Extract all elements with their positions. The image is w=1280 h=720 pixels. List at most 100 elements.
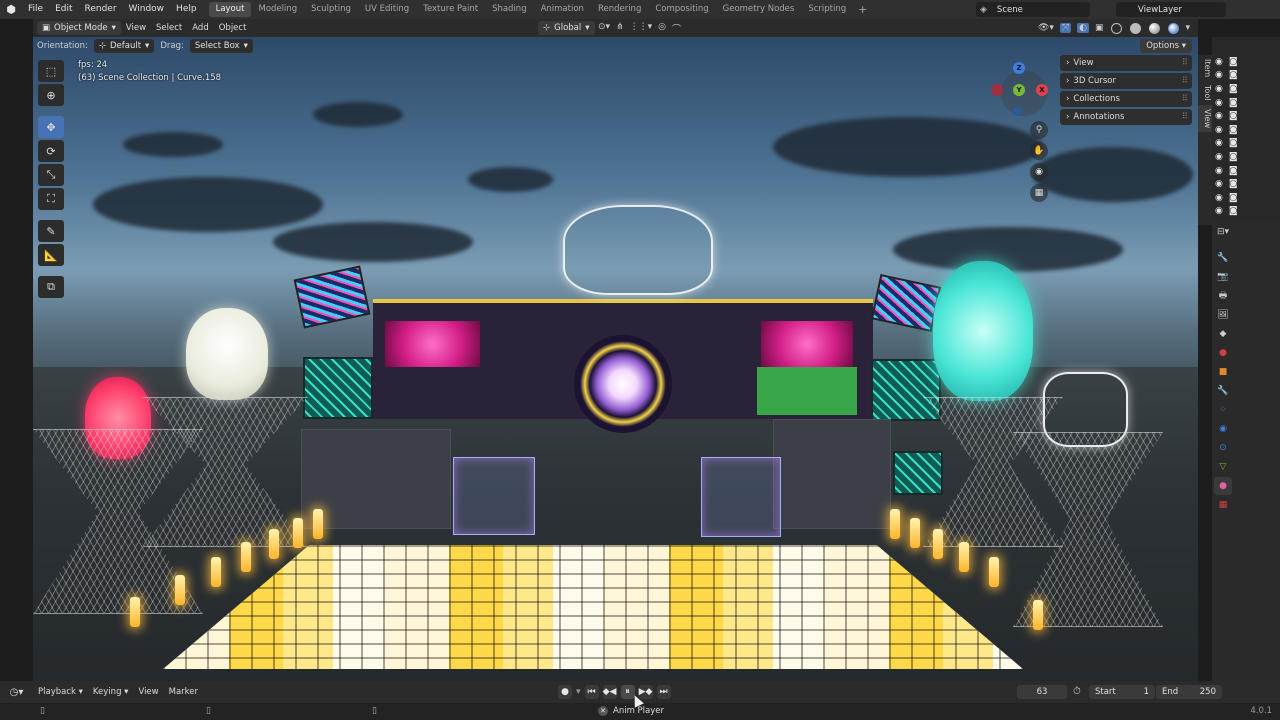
select-box-tool-icon[interactable]: ⬚ <box>38 60 64 82</box>
eye-icon[interactable]: ◉ <box>1215 138 1223 148</box>
gizmo-toggle-icon[interactable]: ⤧ <box>1059 23 1072 33</box>
playback-menu[interactable]: Playback ▾ <box>33 687 88 697</box>
world-properties-icon[interactable]: ● <box>1214 344 1232 362</box>
scene-properties-icon[interactable]: ◆ <box>1214 325 1232 343</box>
outliner-row[interactable]: ◉ ◙ <box>1212 137 1280 151</box>
tab-compositing[interactable]: Compositing <box>648 2 715 17</box>
material-shading-icon[interactable] <box>1148 22 1160 34</box>
particles-properties-icon[interactable]: ⁘ <box>1214 401 1232 419</box>
outliner-row[interactable]: ◉ ◙ <box>1212 191 1280 205</box>
camera-view-icon[interactable]: ◉ <box>1030 163 1048 181</box>
camera-icon[interactable]: ◙ <box>1229 152 1238 162</box>
eye-icon[interactable]: ◉ <box>1215 193 1223 203</box>
camera-icon[interactable]: ◙ <box>1229 98 1238 108</box>
grip-icon[interactable]: ⠿ <box>1182 94 1188 104</box>
snapping-controls[interactable]: ⊙▾ ⋔ ⋮⋮▾ ◎ ⌒ <box>598 22 681 35</box>
header-menu-add[interactable]: Add <box>187 23 213 33</box>
grip-icon[interactable]: ⠿ <box>1182 58 1188 68</box>
rotate-tool-icon[interactable]: ⟳ <box>38 140 64 162</box>
gizmo-neg-x-axis[interactable] <box>991 84 1003 96</box>
eye-icon[interactable]: ◉ <box>1215 206 1223 216</box>
gizmo-y-axis[interactable]: Y <box>1013 84 1025 96</box>
grip-icon[interactable]: ⠿ <box>1182 112 1188 122</box>
jump-start-icon[interactable]: ⏮ <box>584 685 599 699</box>
move-tool-icon[interactable]: ✥ <box>38 116 64 138</box>
outliner-row[interactable]: ◉ ◙ <box>1212 123 1280 137</box>
perspective-grid-icon[interactable]: ▦ <box>1030 184 1048 202</box>
output-properties-icon[interactable]: 🖶 <box>1214 287 1232 305</box>
timeline-editor-type-icon[interactable]: ◷▾ <box>0 681 33 703</box>
panel-view[interactable]: › View ⠿ <box>1060 55 1192 71</box>
falloff-icon[interactable]: ⌒ <box>672 22 681 35</box>
camera-icon[interactable]: ◙ <box>1229 206 1238 216</box>
panel-3d-cursor[interactable]: › 3D Cursor ⠿ <box>1060 73 1192 89</box>
solid-shading-icon[interactable] <box>1129 22 1141 34</box>
marker-menu[interactable]: Marker <box>164 687 203 697</box>
tab-layout[interactable]: Layout <box>208 2 252 17</box>
xray-toggle-icon[interactable]: ▣ <box>1095 23 1104 33</box>
proportional-edit-icon[interactable]: ◎ <box>658 22 666 35</box>
modifier-properties-icon[interactable]: 🔧 <box>1214 382 1232 400</box>
camera-icon[interactable]: ◙ <box>1229 125 1238 135</box>
eye-icon[interactable]: ◉ <box>1215 57 1223 67</box>
snap-target-icon[interactable]: ⋮⋮▾ <box>630 22 653 35</box>
gizmo-neg-z-axis[interactable] <box>1013 107 1022 116</box>
add-workspace-button[interactable]: + <box>853 3 872 16</box>
camera-icon[interactable]: ◙ <box>1229 57 1238 67</box>
menu-file[interactable]: File <box>22 0 49 19</box>
data-properties-icon[interactable]: ▽ <box>1214 458 1232 476</box>
render-properties-icon[interactable]: 📷 <box>1214 268 1232 286</box>
tab-animation[interactable]: Animation <box>534 2 591 17</box>
gizmo-z-axis[interactable]: Z <box>1013 62 1025 74</box>
overlay-toggle-icon[interactable]: ◐ <box>1077 23 1090 33</box>
3d-viewport[interactable]: fps: 24 (63) Scene Collection | Curve.15… <box>33 37 1198 681</box>
camera-icon[interactable]: ◙ <box>1229 138 1238 148</box>
panel-collections[interactable]: › Collections ⠿ <box>1060 91 1192 107</box>
view-layer-selector[interactable]: ViewLayer <box>1116 2 1226 17</box>
tab-tool[interactable]: Tool <box>1198 81 1212 105</box>
tab-uv-editing[interactable]: UV Editing <box>358 2 416 17</box>
header-menu-select[interactable]: Select <box>151 23 187 33</box>
drag-dropdown[interactable]: Select Box ▾ <box>189 38 253 53</box>
camera-icon[interactable]: ◙ <box>1229 84 1238 94</box>
camera-icon[interactable]: ◙ <box>1229 166 1238 176</box>
view-layer-properties-icon[interactable]: 🖼 <box>1214 306 1232 324</box>
measure-tool-icon[interactable]: 📐 <box>38 244 64 266</box>
outliner-row[interactable]: ◉ ◙ <box>1212 109 1280 123</box>
eye-icon[interactable]: ◉ <box>1215 166 1223 176</box>
add-cube-tool-icon[interactable]: ⧉ <box>38 276 64 298</box>
camera-icon[interactable]: ◙ <box>1229 193 1238 203</box>
options-button[interactable]: Options ▾ <box>1140 39 1192 53</box>
rendered-shading-icon[interactable] <box>1167 22 1179 34</box>
wireframe-shading-icon[interactable] <box>1110 22 1122 34</box>
eye-icon[interactable]: ◉ <box>1215 152 1223 162</box>
grip-icon[interactable]: ⠿ <box>1182 76 1188 86</box>
outliner-row[interactable]: ◉ ◙ <box>1212 205 1280 219</box>
panel-annotations[interactable]: › Annotations ⠿ <box>1060 109 1192 125</box>
timeline-view-menu[interactable]: View <box>133 687 163 697</box>
eye-icon[interactable]: ◉ <box>1215 179 1223 189</box>
object-properties-icon[interactable]: ■ <box>1214 363 1232 381</box>
tool-properties-icon[interactable]: 🔧 <box>1214 249 1232 267</box>
scene-selector[interactable]: ◈ Scene <box>976 2 1090 17</box>
camera-icon[interactable]: ◙ <box>1229 70 1238 80</box>
physics-properties-icon[interactable]: ◉ <box>1214 420 1232 438</box>
header-menu-view[interactable]: View <box>121 23 151 33</box>
constraints-properties-icon[interactable]: ⊙ <box>1214 439 1232 457</box>
eye-icon[interactable]: ◉ <box>1215 111 1223 121</box>
current-frame-field[interactable]: 63 <box>1017 685 1067 699</box>
menu-help[interactable]: Help <box>170 0 203 19</box>
record-icon[interactable]: ● <box>558 685 572 699</box>
visibility-icon[interactable]: 👁▾ <box>1038 23 1054 33</box>
menu-render[interactable]: Render <box>79 0 123 19</box>
camera-icon[interactable]: ◙ <box>1229 179 1238 189</box>
outliner-row[interactable]: ◉ ◙ <box>1212 82 1280 96</box>
outliner-row[interactable]: ◉ ◙ <box>1212 69 1280 83</box>
start-frame-field[interactable]: Start 1 <box>1089 685 1155 699</box>
tab-sculpting[interactable]: Sculpting <box>304 2 358 17</box>
camera-icon[interactable]: ◙ <box>1229 111 1238 121</box>
chevron-down-icon[interactable]: ▾ <box>576 687 581 697</box>
transform-tool-icon[interactable]: ⛶ <box>38 188 64 210</box>
outliner-row[interactable]: ◉ ◙ <box>1212 55 1280 69</box>
material-properties-icon[interactable]: ● <box>1214 477 1232 495</box>
